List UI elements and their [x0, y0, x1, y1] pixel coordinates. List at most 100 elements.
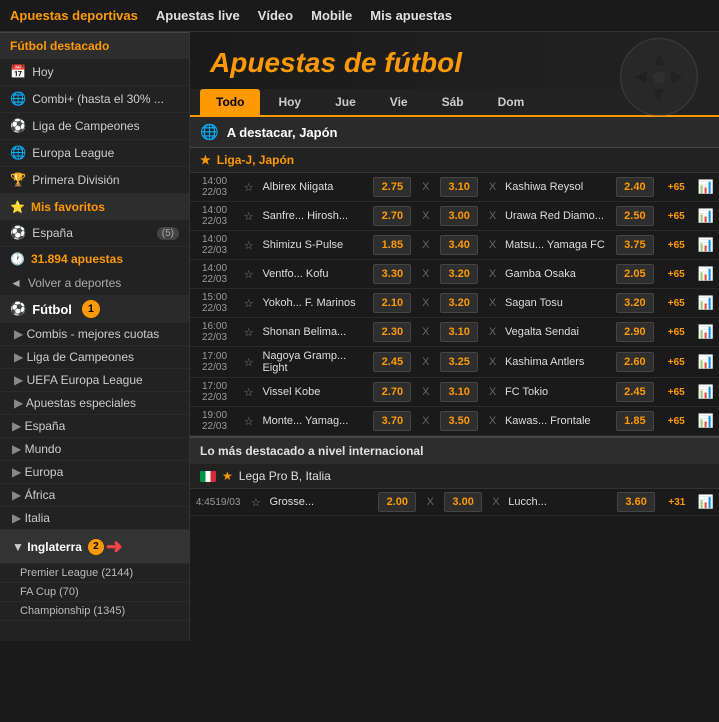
- nav-mobile[interactable]: Mobile: [311, 8, 352, 23]
- odd1-btn[interactable]: 3.30: [367, 260, 417, 289]
- oddx-btn[interactable]: 3.20: [434, 289, 484, 318]
- chart-icon[interactable]: 📊: [693, 289, 719, 318]
- sidebar-item-liga-campeones[interactable]: ⚽ Liga de Campeones: [0, 113, 189, 140]
- odd1-btn[interactable]: 1.85: [367, 231, 417, 260]
- tab-jue[interactable]: Jue: [319, 89, 372, 115]
- odd1-btn[interactable]: 3.70: [367, 407, 417, 436]
- chart-icon[interactable]: 📊: [693, 260, 719, 289]
- arrow9-icon: ▶: [12, 511, 21, 525]
- match-star[interactable]: ☆: [239, 347, 258, 378]
- odd2-btn[interactable]: 2.40: [610, 173, 660, 202]
- oddx-btn[interactable]: 3.50: [434, 407, 484, 436]
- chart-icon[interactable]: 📊: [693, 489, 719, 516]
- odd1-btn[interactable]: 2.75: [367, 173, 417, 202]
- sidebar-nav-combis[interactable]: ▶ Combis - mejores cuotas: [0, 323, 189, 346]
- sidebar-back[interactable]: ◄ Volver a deportes: [0, 271, 189, 295]
- odd2-btn[interactable]: 3.75: [610, 231, 660, 260]
- oddx-btn[interactable]: 3.10: [434, 378, 484, 407]
- oddx-btn[interactable]: 3.20: [434, 260, 484, 289]
- match-star[interactable]: ☆: [239, 289, 258, 318]
- match-star[interactable]: ☆: [239, 202, 258, 231]
- match-star[interactable]: ☆: [239, 260, 258, 289]
- sidebar-item-europa-league[interactable]: 🌐 Europa League: [0, 140, 189, 167]
- layout: Fútbol destacado 📅 Hoy 🌐 Combi+ (hasta e…: [0, 32, 719, 641]
- sidebar-item-hoy[interactable]: 📅 Hoy: [0, 59, 189, 86]
- nav-mis-apuestas[interactable]: Mis apuestas: [370, 8, 452, 23]
- odd2-btn[interactable]: 3.60: [611, 489, 660, 516]
- sidebar-nav-liga-campeones[interactable]: ▶ Liga de Campeones: [0, 346, 189, 369]
- odd1-btn[interactable]: 2.00: [373, 489, 422, 516]
- sidebar-item-label: Combi+ (hasta el 30% ...: [32, 92, 164, 106]
- odd2-btn[interactable]: 2.50: [610, 202, 660, 231]
- more-label[interactable]: +65: [660, 318, 693, 347]
- more-label[interactable]: +65: [660, 231, 693, 260]
- sidebar-nav-especiales[interactable]: ▶ Apuestas especiales: [0, 392, 189, 415]
- more-label[interactable]: +65: [660, 289, 693, 318]
- tab-todo[interactable]: Todo: [200, 89, 260, 115]
- sidebar-item-combi[interactable]: 🌐 Combi+ (hasta el 30% ...: [0, 86, 189, 113]
- odd1-btn[interactable]: 2.70: [367, 202, 417, 231]
- sidebar-apuestas[interactable]: 🕐 31.894 apuestas: [0, 247, 189, 271]
- x-label: X: [417, 318, 434, 347]
- more-label[interactable]: +65: [660, 407, 693, 436]
- sidebar-fa-cup[interactable]: FA Cup (70): [0, 583, 189, 602]
- match-star[interactable]: ☆: [239, 318, 258, 347]
- more-label[interactable]: +65: [660, 173, 693, 202]
- chart-icon[interactable]: 📊: [693, 231, 719, 260]
- odd1-btn[interactable]: 2.10: [367, 289, 417, 318]
- match-star[interactable]: ☆: [239, 173, 258, 202]
- sidebar-item-primera-division[interactable]: 🏆 Primera División: [0, 167, 189, 194]
- chart-icon[interactable]: 📊: [693, 347, 719, 378]
- odd1-btn[interactable]: 2.45: [367, 347, 417, 378]
- odd2-btn[interactable]: 3.20: [610, 289, 660, 318]
- nav-video[interactable]: Vídeo: [258, 8, 293, 23]
- sidebar-region-mundo[interactable]: ▶ Mundo: [0, 438, 189, 461]
- chart-icon[interactable]: 📊: [693, 202, 719, 231]
- odd1-btn[interactable]: 2.70: [367, 378, 417, 407]
- odd2-btn[interactable]: 2.60: [610, 347, 660, 378]
- more-label[interactable]: +65: [660, 260, 693, 289]
- sidebar-premier-league[interactable]: Premier League (2144): [0, 564, 189, 583]
- sidebar-championship[interactable]: Championship (1345): [0, 602, 189, 621]
- match-star[interactable]: ☆: [239, 378, 258, 407]
- nav-apuestas-deportivas[interactable]: Apuestas deportivas: [10, 8, 138, 23]
- sidebar-region-espana[interactable]: ▶ España: [0, 415, 189, 438]
- nav-apuestas-live[interactable]: Apuestas live: [156, 8, 240, 23]
- more-label[interactable]: +65: [660, 347, 693, 378]
- more-label[interactable]: +65: [660, 378, 693, 407]
- chart-icon[interactable]: 📊: [693, 173, 719, 202]
- sidebar-region-italia[interactable]: ▶ Italia: [0, 507, 189, 530]
- odd2-btn[interactable]: 2.90: [610, 318, 660, 347]
- match-star[interactable]: ☆: [239, 407, 258, 436]
- chart-icon[interactable]: 📊: [693, 407, 719, 436]
- oddx-btn[interactable]: 3.00: [434, 202, 484, 231]
- odd2-btn[interactable]: 2.45: [610, 378, 660, 407]
- tab-hoy[interactable]: Hoy: [262, 89, 317, 115]
- oddx-btn[interactable]: 3.00: [438, 489, 487, 516]
- match-star[interactable]: ☆: [246, 489, 265, 516]
- sidebar-nav-uefa[interactable]: ▶ UEFA Europa League: [0, 369, 189, 392]
- odd2-btn[interactable]: 1.85: [610, 407, 660, 436]
- star3-icon: ★: [222, 469, 233, 483]
- tab-dom[interactable]: Dom: [482, 89, 541, 115]
- team1-name: Monte... Yamag...: [258, 407, 367, 436]
- odd2-btn[interactable]: 2.05: [610, 260, 660, 289]
- chart-icon[interactable]: 📊: [693, 318, 719, 347]
- more-label[interactable]: +31: [661, 489, 693, 516]
- match-star[interactable]: ☆: [239, 231, 258, 260]
- oddx-btn[interactable]: 3.25: [434, 347, 484, 378]
- oddx-btn[interactable]: 3.10: [434, 318, 484, 347]
- sidebar-region-inglaterra[interactable]: ▼ Inglaterra 2 ➜: [0, 530, 189, 564]
- oddx-btn[interactable]: 3.10: [434, 173, 484, 202]
- odd1-btn[interactable]: 2.30: [367, 318, 417, 347]
- oddx-btn[interactable]: 3.40: [434, 231, 484, 260]
- sidebar-sport-futbol[interactable]: ⚽ Fútbol 1: [0, 295, 189, 323]
- more-label[interactable]: +65: [660, 202, 693, 231]
- tab-vie[interactable]: Vie: [374, 89, 424, 115]
- match-time: 14:0022/03: [190, 202, 239, 231]
- sidebar-region-africa[interactable]: ▶ África: [0, 484, 189, 507]
- chart-icon[interactable]: 📊: [693, 378, 719, 407]
- sidebar-item-espana[interactable]: ⚽ España (5): [0, 220, 189, 247]
- tab-sab[interactable]: Sáb: [426, 89, 480, 115]
- sidebar-region-europa[interactable]: ▶ Europa: [0, 461, 189, 484]
